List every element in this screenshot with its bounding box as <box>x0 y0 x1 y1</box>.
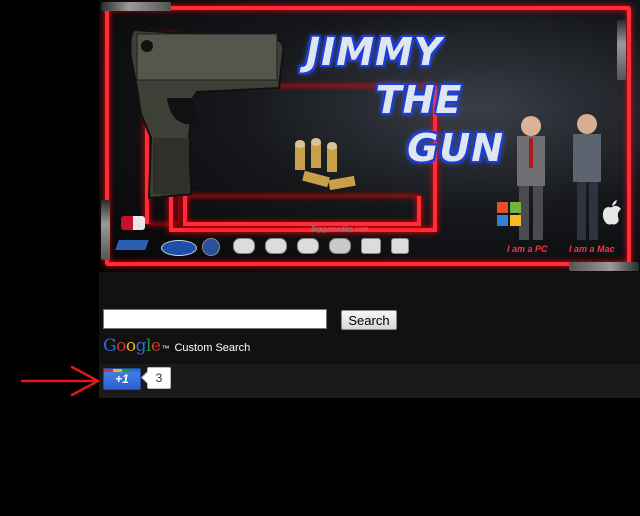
google-plus-one-button[interactable]: +1 <box>103 368 141 390</box>
lightsaber-top-left-icon <box>101 2 171 11</box>
custom-search-label: Custom Search <box>174 342 251 354</box>
lightsaber-top-right-icon <box>617 20 626 80</box>
search-bar: Search Google ™ Custom Search <box>99 272 640 364</box>
pc-label: I am a PC <box>507 244 548 254</box>
toyota-logo-icon <box>297 238 319 254</box>
banner-title-line-1: JIMMY <box>306 30 443 74</box>
lightsaber-bottom-right-icon <box>569 262 639 271</box>
site-watermark: Biggyneedles.com <box>311 226 369 233</box>
google-custom-search-brand: Google ™ Custom Search <box>103 336 250 356</box>
social-bar: +1 3 <box>99 364 640 398</box>
banner-title-line-3: GUN <box>407 126 504 170</box>
honda-logo-icon <box>361 238 381 254</box>
banner-title: JIMMY THE GUN <box>304 28 504 172</box>
dodge-logo-icon <box>329 238 351 254</box>
chevrolet-logo-icon <box>115 240 149 250</box>
lightsaber-bottom-left-icon <box>101 200 110 260</box>
search-button[interactable]: Search <box>341 310 397 330</box>
banner-title-line-2: THE <box>375 78 463 122</box>
plus-one-count: 3 <box>147 367 171 389</box>
google-logo: Google <box>103 336 161 356</box>
ford-logo-icon <box>161 240 197 256</box>
search-input[interactable] <box>103 309 327 329</box>
windows-logo-icon <box>497 202 521 226</box>
apple-logo-icon <box>602 200 621 225</box>
red-arrow-annotation <box>20 365 100 397</box>
nissan-logo-icon <box>265 238 287 254</box>
corvette-logo-icon <box>121 216 145 230</box>
infiniti-logo-icon <box>233 238 255 254</box>
cadillac-logo-icon <box>391 238 409 254</box>
pistol-image <box>129 28 285 200</box>
google-tm: ™ <box>161 344 170 353</box>
volkswagen-logo-icon <box>202 238 220 256</box>
mac-label: I am a Mac <box>569 244 615 254</box>
header-banner: JIMMY THE GUN I am a PC I am a Mac Biggy… <box>99 0 640 272</box>
